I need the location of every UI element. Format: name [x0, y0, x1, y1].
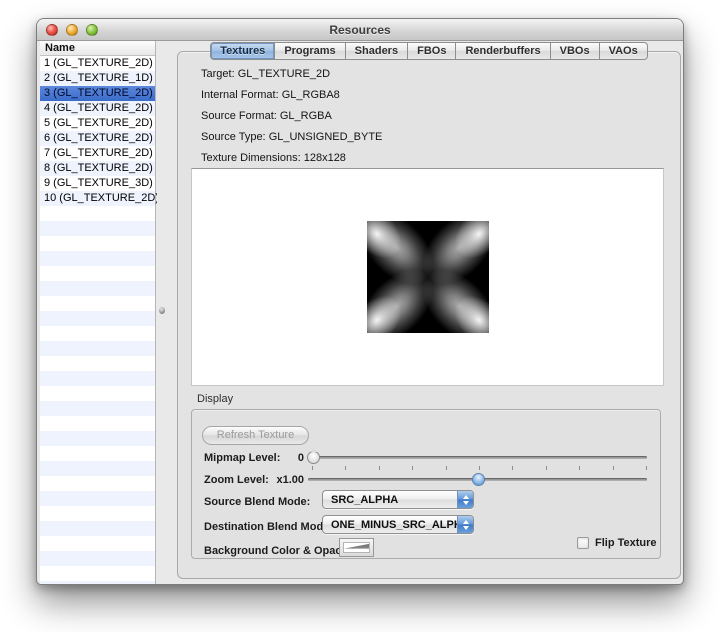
resource-list: Name 1 (GL_TEXTURE_2D) 2 (GL_TEXTURE_1D)…: [40, 41, 156, 584]
info-source-type: Source Type: GL_UNSIGNED_BYTE: [201, 131, 382, 152]
mipmap-slider-track[interactable]: [310, 456, 647, 459]
texture-preview-area: [191, 168, 664, 386]
tab-vbos[interactable]: VBOs: [551, 42, 600, 60]
display-group-label: Display: [197, 393, 233, 405]
dest-blend-label: Destination Blend Mode:: [204, 521, 333, 533]
list-item[interactable]: 6 (GL_TEXTURE_2D): [40, 131, 155, 146]
window-title: Resources: [37, 23, 683, 37]
window-content: Name 1 (GL_TEXTURE_2D) 2 (GL_TEXTURE_1D)…: [37, 41, 683, 584]
texture-info: Target: GL_TEXTURE_2D Internal Format: G…: [201, 68, 382, 173]
mipmap-level-value: 0: [264, 452, 304, 464]
tab-fbos[interactable]: FBOs: [408, 42, 456, 60]
list-item[interactable]: 10 (GL_TEXTURE_2D): [40, 191, 155, 206]
pane-splitter[interactable]: [157, 41, 177, 584]
tab-textures[interactable]: Textures: [210, 42, 275, 60]
list-item-selected[interactable]: 3 (GL_TEXTURE_2D): [40, 86, 155, 101]
source-blend-label: Source Blend Mode:: [204, 496, 310, 508]
list-item[interactable]: 4 (GL_TEXTURE_2D): [40, 101, 155, 116]
tab-bar: Textures Programs Shaders FBOs Renderbuf…: [177, 42, 681, 60]
dest-blend-value: ONE_MINUS_SRC_ALPHA: [323, 519, 457, 531]
list-item[interactable]: 8 (GL_TEXTURE_2D): [40, 161, 155, 176]
list-header-name[interactable]: Name: [40, 41, 155, 56]
texture-image: [367, 221, 489, 333]
flip-texture-label[interactable]: Flip Texture: [595, 537, 657, 549]
source-blend-popup[interactable]: SRC_ALPHA: [322, 490, 474, 509]
zoom-level-slider[interactable]: [308, 472, 647, 487]
zoom-slider-thumb[interactable]: [472, 473, 485, 486]
flip-texture-checkbox[interactable]: [577, 537, 589, 549]
tab-renderbuffers[interactable]: Renderbuffers: [456, 42, 550, 60]
splitter-grip-icon[interactable]: [159, 307, 165, 314]
title-bar[interactable]: Resources: [37, 19, 683, 41]
display-group: Refresh Texture Mipmap Level: 0 Zoom Lev…: [191, 409, 661, 559]
popup-arrows-icon: [457, 516, 473, 533]
info-source-format: Source Format: GL_RGBA: [201, 110, 382, 131]
dest-blend-popup[interactable]: ONE_MINUS_SRC_ALPHA: [322, 515, 474, 534]
zoom-level-label: Zoom Level:: [204, 474, 269, 486]
bg-color-label: Background Color & Opacity:: [204, 545, 358, 557]
tab-shaders[interactable]: Shaders: [346, 42, 408, 60]
list-item[interactable]: 1 (GL_TEXTURE_2D): [40, 56, 155, 71]
info-target: Target: GL_TEXTURE_2D: [201, 68, 382, 89]
opacity-wedge-icon: [344, 543, 369, 552]
refresh-texture-button[interactable]: Refresh Texture: [202, 426, 309, 445]
source-blend-value: SRC_ALPHA: [323, 494, 457, 506]
mipmap-slider-ticks: [312, 466, 647, 470]
resources-window: Resources Name 1 (GL_TEXTURE_2D) 2 (GL_T…: [36, 18, 684, 585]
list-item[interactable]: 7 (GL_TEXTURE_2D): [40, 146, 155, 161]
list-empty-area: [40, 206, 155, 584]
mipmap-slider-thumb[interactable]: [307, 451, 320, 464]
background-color-well[interactable]: [339, 538, 374, 557]
info-internal-format: Internal Format: GL_RGBA8: [201, 89, 382, 110]
tab-vaos[interactable]: VAOs: [600, 42, 648, 60]
list-item[interactable]: 5 (GL_TEXTURE_2D): [40, 116, 155, 131]
list-item[interactable]: 2 (GL_TEXTURE_1D): [40, 71, 155, 86]
zoom-level-value: x1.00: [264, 474, 304, 486]
popup-arrows-icon: [457, 491, 473, 508]
tab-programs[interactable]: Programs: [275, 42, 345, 60]
list-item[interactable]: 9 (GL_TEXTURE_3D): [40, 176, 155, 191]
mipmap-level-slider[interactable]: [310, 450, 647, 465]
